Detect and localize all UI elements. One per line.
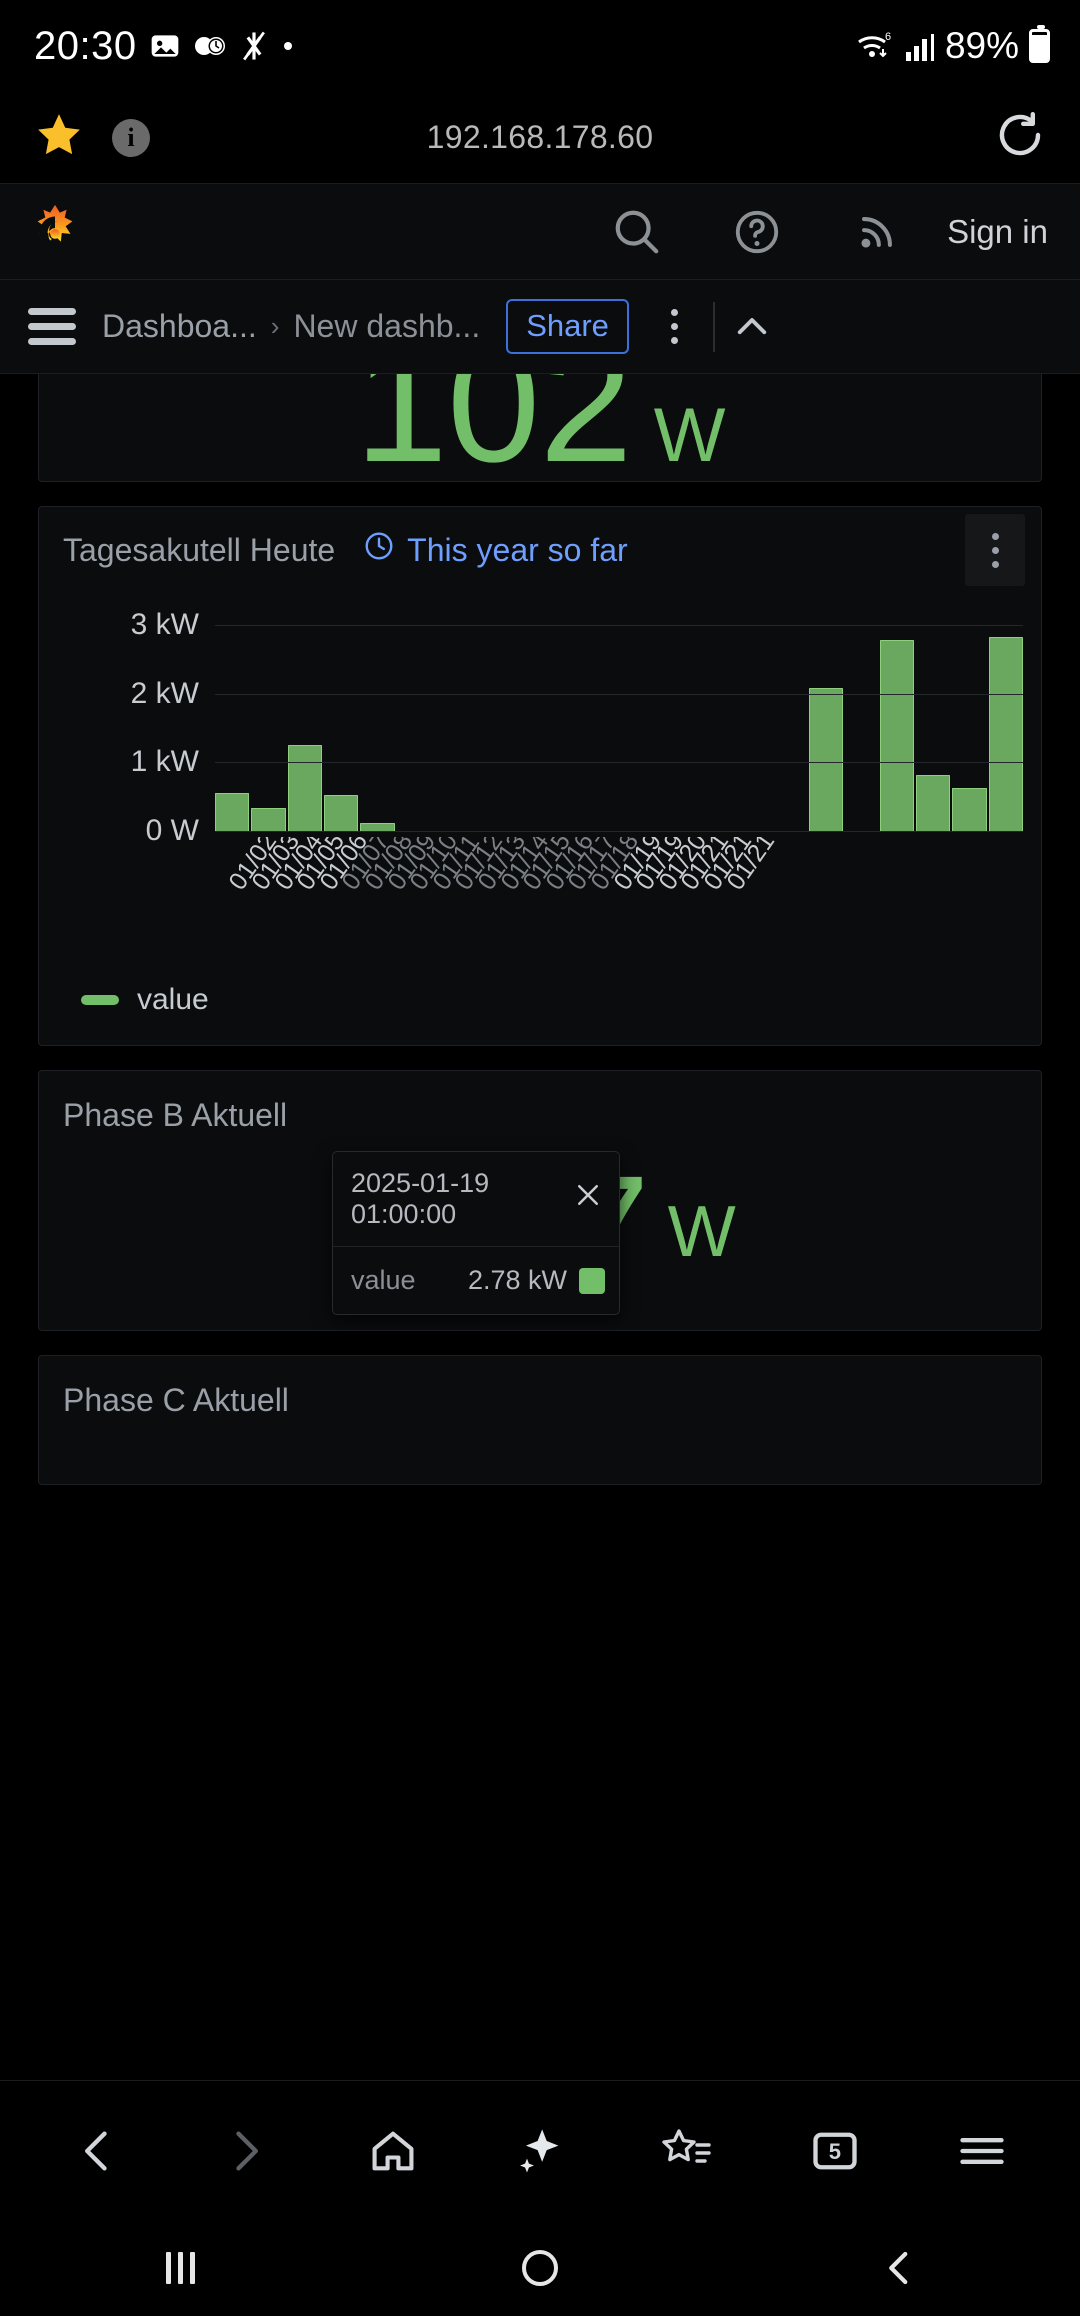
android-nav-bar — [0, 2220, 1080, 2316]
status-bar-clock: 20:30 — [34, 23, 137, 68]
breadcrumb-separator: › — [270, 311, 280, 341]
y-axis-tick: 2 kW — [130, 676, 199, 710]
bar[interactable] — [360, 822, 395, 831]
stat-unit: W — [667, 1192, 736, 1272]
grafana-top-nav: Sign in — [0, 184, 1080, 280]
search-icon[interactable] — [577, 207, 697, 257]
x-axis: 01/02 01/03 01/04 01/05 01/06 01/07 01/08 01/09… — [215, 837, 1023, 941]
breadcrumb-current[interactable]: New dashb... — [293, 308, 480, 345]
sign-in-button[interactable]: Sign in — [937, 213, 1048, 251]
chevron-right-icon[interactable] — [190, 2101, 300, 2201]
stat-value: 102 — [354, 374, 632, 497]
y-axis: 0 W 1 kW 2 kW 3 kW — [57, 607, 207, 847]
browser-url-bar[interactable]: i 192.168.178.60 — [0, 92, 1080, 184]
bar-series — [215, 611, 1023, 831]
bar[interactable] — [952, 788, 987, 831]
bar[interactable] — [879, 639, 914, 831]
bar[interactable] — [988, 637, 1023, 831]
bookmark-star-icon[interactable] — [34, 110, 84, 165]
stat-row: 102 W — [354, 374, 725, 487]
status-bar-left: 20:30 — [34, 24, 295, 69]
tooltip-color-swatch — [579, 1267, 605, 1294]
grid-line — [215, 693, 1023, 695]
masks-icon — [193, 31, 227, 61]
panel-phase-c-aktuell[interactable]: Phase C Aktuell — [38, 1355, 1042, 1485]
bookmarks-list-icon[interactable] — [632, 2101, 742, 2201]
panel-title: Tagesakutell Heute — [63, 531, 336, 568]
bar[interactable] — [287, 745, 323, 831]
tooltip-timestamp: 2025-01-19 01:00:00 — [351, 1168, 490, 1229]
panel-title: Phase C Aktuell — [63, 1382, 289, 1418]
bluetooth-off-icon — [239, 30, 269, 62]
tooltip-row: value 2.78 kW — [333, 1246, 619, 1314]
breadcrumb-root[interactable]: Dashboa... — [102, 308, 257, 345]
bar[interactable] — [324, 795, 359, 831]
bar[interactable] — [808, 688, 844, 831]
wifi-6-icon: 6 — [855, 29, 895, 63]
tooltip-header: 2025-01-19 01:00:00 — [333, 1152, 619, 1246]
y-axis-tick: 0 W — [145, 814, 199, 847]
image-icon — [149, 30, 181, 62]
panel-title: Phase B Aktuell — [63, 1097, 288, 1133]
grafana-logo-icon[interactable] — [26, 203, 84, 261]
dashboard-toolbar: Dashboa... › New dashb... Share — [0, 280, 1080, 374]
dashboard-scroll-area[interactable]: 102 W Tagesakutell Heute This year so fa… — [0, 374, 1080, 2080]
status-bar-right: 6 89% — [855, 25, 1050, 67]
tabs-icon[interactable]: 5 — [780, 2101, 890, 2201]
svg-text:6: 6 — [885, 31, 891, 43]
chevron-left-icon[interactable] — [43, 2101, 153, 2201]
help-circle-icon[interactable] — [697, 207, 817, 257]
bar[interactable] — [215, 793, 250, 831]
recents-icon[interactable] — [110, 2220, 250, 2316]
hamburger-menu-icon[interactable] — [28, 308, 76, 345]
y-axis-tick: 3 kW — [130, 607, 199, 641]
news-rss-icon[interactable] — [817, 208, 937, 256]
chart-tooltip[interactable]: 2025-01-19 01:00:00 value 2.78 kW — [332, 1151, 620, 1315]
tooltip-series-label: value — [351, 1265, 416, 1295]
back-chevron-icon[interactable] — [830, 2220, 970, 2316]
panel-tagesaktuell-heute[interactable]: Tagesakutell Heute This year so far 0 W 1… — [38, 506, 1042, 1315]
cellular-signal-icon — [905, 30, 935, 62]
share-button[interactable]: Share — [506, 299, 629, 354]
legend-label: value — [137, 983, 209, 1016]
browser-bottom-toolbar: 5 — [0, 2080, 1080, 2220]
dot-icon — [281, 39, 295, 53]
grid-line — [215, 831, 1023, 832]
chart-legend[interactable]: value — [39, 983, 1041, 1017]
bar[interactable] — [251, 808, 286, 831]
tooltip-series-value: 2.78 kW — [467, 1265, 567, 1295]
android-status-bar: 20:30 6 89% — [0, 0, 1080, 92]
battery-percent-label: 89% — [944, 25, 1019, 66]
time-range-label: This year so far — [407, 531, 628, 568]
bar-chart[interactable]: 0 W 1 kW 2 kW 3 kW 01/02 01/03 01/04 01/05 01/0… — [57, 607, 1023, 941]
url-text: 192.168.178.60 — [426, 119, 654, 155]
home-circle-icon[interactable] — [470, 2220, 610, 2316]
panel-stat-top[interactable]: 102 W — [38, 374, 1042, 487]
grid-line — [215, 762, 1023, 764]
legend-color-marker — [81, 995, 119, 1005]
home-icon[interactable] — [338, 2101, 448, 2201]
phone-screen: 20:30 6 89% i 192.168.178.60 Sign in Das… — [0, 0, 1080, 2316]
stat-unit: W — [653, 393, 726, 478]
bar[interactable] — [915, 774, 951, 831]
plot-area — [215, 611, 1023, 832]
panel-menu-icon[interactable] — [965, 514, 1025, 586]
tabs-count-label: 5 — [828, 2138, 841, 2164]
toolbar-divider — [712, 301, 715, 352]
site-info-icon[interactable]: i — [112, 118, 150, 157]
grid-line — [215, 624, 1023, 626]
reload-icon[interactable] — [994, 109, 1046, 166]
more-vertical-icon[interactable] — [643, 309, 707, 344]
y-axis-tick: 1 kW — [130, 745, 199, 779]
panel-header: Tagesakutell Heute This year so far — [39, 507, 1041, 593]
battery-icon — [1029, 25, 1050, 63]
hamburger-menu-icon[interactable] — [927, 2101, 1037, 2201]
close-icon[interactable] — [571, 1180, 605, 1218]
clock-icon — [363, 530, 395, 570]
chevron-up-icon[interactable] — [723, 306, 781, 348]
sparkle-icon[interactable] — [485, 2101, 595, 2201]
panel-time-range[interactable]: This year so far — [363, 530, 628, 570]
